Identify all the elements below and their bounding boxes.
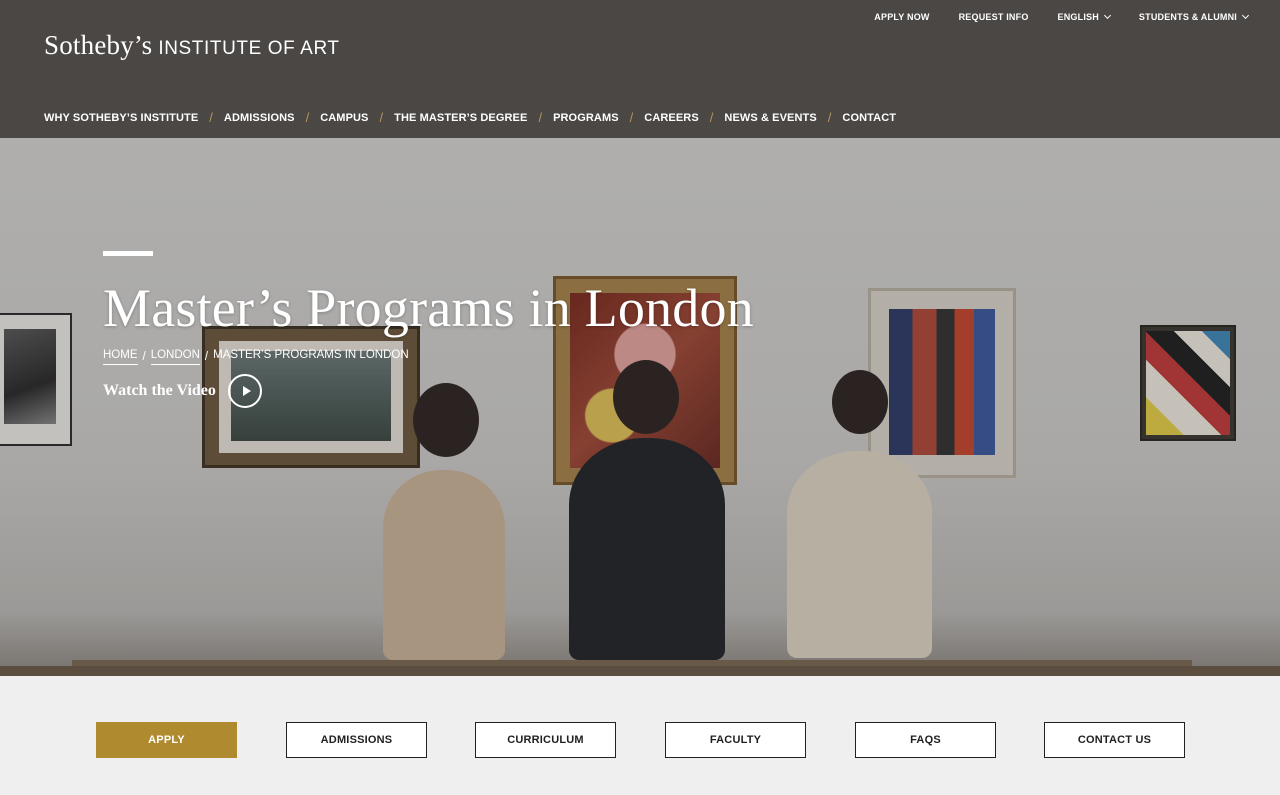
nav-item-programs[interactable]: PROGRAMS <box>553 112 619 124</box>
breadcrumb-london[interactable]: LONDON <box>150 349 200 365</box>
nav-item-why-sothebys[interactable]: WHY SOTHEBY’S INSTITUTE <box>44 112 198 124</box>
faculty-button[interactable]: FACULTY <box>665 722 806 758</box>
action-bar: APPLY ADMISSIONS CURRICULUM FACULTY FAQS… <box>0 676 1280 795</box>
chevron-down-icon <box>1241 11 1250 20</box>
breadcrumb-home[interactable]: HOME <box>103 349 138 365</box>
breadcrumb-current: MASTER’S PROGRAMS IN LONDON <box>213 349 409 361</box>
students-alumni-label: STUDENTS & ALUMNI <box>1138 12 1237 22</box>
contact-us-button[interactable]: CONTACT US <box>1044 722 1185 758</box>
chevron-down-icon <box>1103 11 1111 20</box>
language-dropdown[interactable]: ENGLISH <box>1057 11 1111 22</box>
nav-item-contact[interactable]: CONTACT <box>842 112 896 124</box>
page-title: Master’s Programs in London <box>103 278 754 338</box>
hero-content: Master’s Programs in London HOME / LONDO… <box>103 251 754 408</box>
nav-separator: / <box>209 110 213 125</box>
nav-item-campus[interactable]: CAMPUS <box>320 112 368 124</box>
watch-video-link[interactable]: Watch the Video <box>103 374 754 408</box>
nav-separator: / <box>305 110 310 125</box>
nav-separator: / <box>379 110 384 125</box>
curriculum-button[interactable]: CURRICULUM <box>475 722 616 758</box>
nav-separator: / <box>538 110 543 125</box>
students-alumni-dropdown[interactable]: STUDENTS & ALUMNI <box>1138 11 1250 22</box>
breadcrumb-separator: / <box>142 351 146 363</box>
watch-video-label: Watch the Video <box>103 382 216 399</box>
language-label: ENGLISH <box>1057 12 1099 22</box>
nav-separator: / <box>827 110 832 125</box>
faqs-button[interactable]: FAQS <box>855 722 996 758</box>
nav-item-masters-degree[interactable]: THE MASTER’S DEGREE <box>394 112 527 124</box>
nav-item-news-events[interactable]: NEWS & EVENTS <box>724 112 816 124</box>
title-rule <box>103 251 153 256</box>
logo-subtitle: INSTITUTE OF ART <box>158 38 340 59</box>
request-info-link[interactable]: REQUEST INFO <box>959 12 1029 22</box>
play-icon[interactable] <box>227 374 262 408</box>
main-nav: WHY SOTHEBY’S INSTITUTE / ADMISSIONS / C… <box>44 110 896 125</box>
apply-now-link[interactable]: APPLY NOW <box>874 12 929 22</box>
utility-nav: APPLY NOW REQUEST INFO ENGLISH STUDENTS … <box>845 11 1250 22</box>
site-header: Sotheby’s INSTITUTE OF ART APPLY NOW REQU… <box>0 0 1280 138</box>
nav-separator: / <box>709 110 714 125</box>
site-logo[interactable]: Sotheby’s INSTITUTE OF ART <box>44 30 340 61</box>
apply-button[interactable]: APPLY <box>96 722 237 758</box>
breadcrumb: HOME / LONDON / MASTER’S PROGRAMS IN LON… <box>103 349 754 365</box>
nav-item-careers[interactable]: CAREERS <box>644 112 699 124</box>
nav-separator: / <box>629 110 634 125</box>
hero-banner: Master’s Programs in London HOME / LONDO… <box>0 138 1280 676</box>
breadcrumb-separator: / <box>204 351 209 363</box>
nav-item-admissions[interactable]: ADMISSIONS <box>224 112 295 124</box>
logo-brand: Sotheby’s <box>44 30 153 60</box>
admissions-button[interactable]: ADMISSIONS <box>286 722 427 758</box>
